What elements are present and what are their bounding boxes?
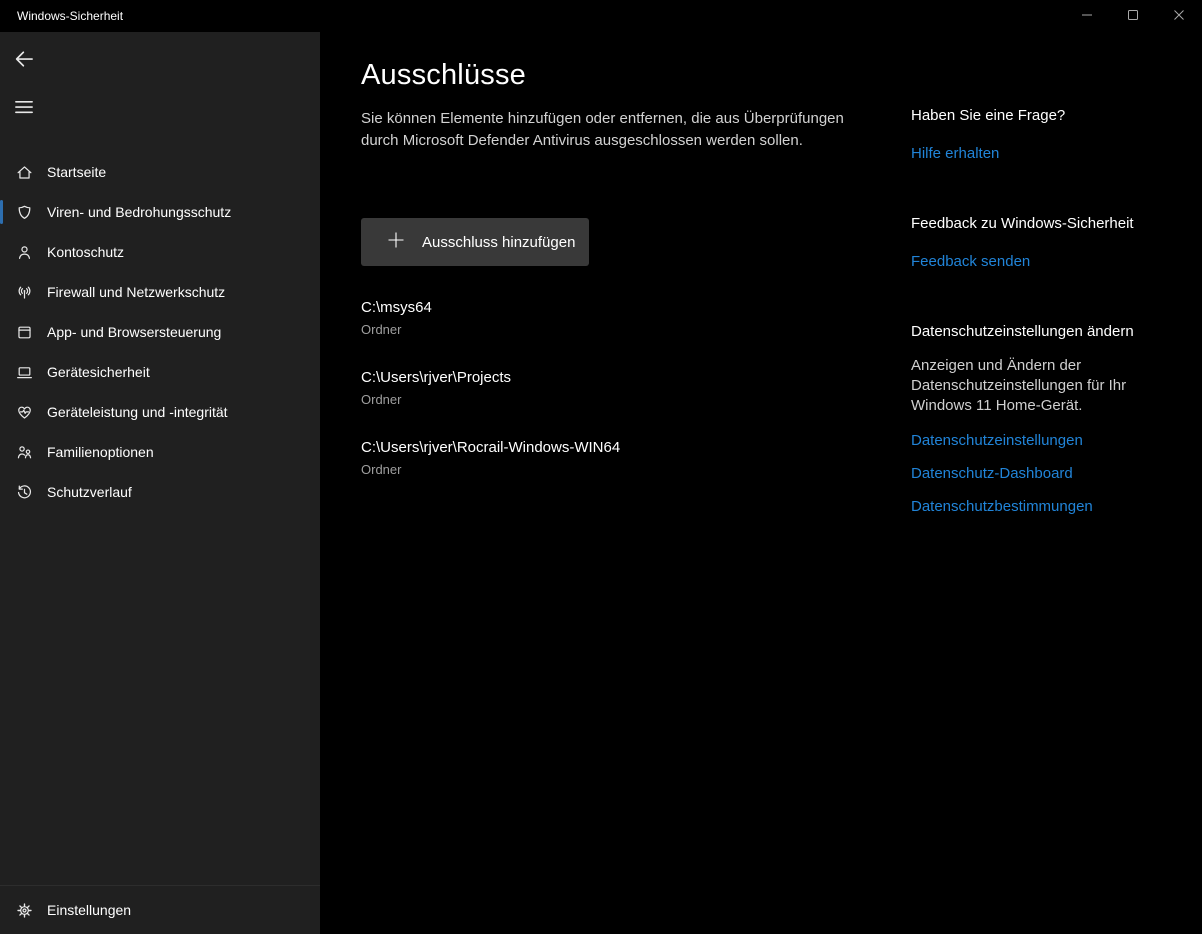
section-heading: Datenschutzeinstellungen ändern xyxy=(911,322,1178,342)
selection-indicator xyxy=(0,200,3,224)
help-section-privacy: Datenschutzeinstellungen ändern Anzeigen… xyxy=(911,322,1178,517)
minimize-button[interactable] xyxy=(1064,0,1110,32)
main-content: Ausschlüsse Sie können Elemente hinzufüg… xyxy=(320,32,1202,934)
sidebar-item-schutzverlauf[interactable]: Schutzverlauf xyxy=(0,472,320,512)
sidebar-item-label: Startseite xyxy=(47,164,106,180)
close-icon xyxy=(1173,9,1185,24)
get-help-link[interactable]: Hilfe erhalten xyxy=(911,144,1178,164)
send-feedback-link[interactable]: Feedback senden xyxy=(911,252,1178,272)
exclusion-type: Ordner xyxy=(361,321,871,338)
app-window-icon xyxy=(15,323,33,341)
sidebar-nav: Startseite Viren- und Bedrohungsschutz K… xyxy=(0,152,320,512)
help-section-question: Haben Sie eine Frage? Hilfe erhalten xyxy=(911,106,1178,164)
exclusion-list: C:\msys64 Ordner C:\Users\rjver\Projects… xyxy=(361,298,871,478)
sidebar-item-label: Firewall und Netzwerkschutz xyxy=(47,284,225,300)
sidebar-item-label: Gerätesicherheit xyxy=(47,364,150,380)
sidebar: Startseite Viren- und Bedrohungsschutz K… xyxy=(0,32,320,934)
sidebar-item-label: Viren- und Bedrohungsschutz xyxy=(47,204,231,220)
exclusion-path: C:\msys64 xyxy=(361,298,871,318)
menu-button[interactable] xyxy=(6,92,42,124)
person-icon xyxy=(15,243,33,261)
sidebar-item-app-browsersteuerung[interactable]: App- und Browsersteuerung xyxy=(0,312,320,352)
window-title: Windows-Sicherheit xyxy=(17,9,123,23)
network-signal-icon xyxy=(15,283,33,301)
family-icon xyxy=(15,443,33,461)
back-arrow-icon xyxy=(14,49,34,72)
add-exclusion-button[interactable]: Ausschluss hinzufügen xyxy=(361,218,589,266)
heart-pulse-icon xyxy=(15,403,33,421)
exclusions-panel: Ausschlüsse Sie können Elemente hinzufüg… xyxy=(361,56,871,934)
back-button[interactable] xyxy=(6,44,42,76)
sidebar-item-label: Geräteleistung und -integrität xyxy=(47,404,228,420)
help-section-feedback: Feedback zu Windows-Sicherheit Feedback … xyxy=(911,214,1178,272)
titlebar: Windows-Sicherheit xyxy=(0,0,1202,32)
exclusion-path: C:\Users\rjver\Projects xyxy=(361,368,871,388)
sidebar-item-label: App- und Browsersteuerung xyxy=(47,324,221,340)
exclusion-type: Ordner xyxy=(361,461,871,478)
privacy-statement-link[interactable]: Datenschutzbestimmungen xyxy=(911,497,1178,517)
privacy-settings-link[interactable]: Datenschutzeinstellungen xyxy=(911,431,1178,451)
app-window: Windows-Sicherheit xyxy=(0,0,1202,934)
sidebar-item-geraetesicherheit[interactable]: Gerätesicherheit xyxy=(0,352,320,392)
exclusion-type: Ordner xyxy=(361,391,871,408)
page-title: Ausschlüsse xyxy=(361,56,871,94)
help-rail: Haben Sie eine Frage? Hilfe erhalten Fee… xyxy=(911,56,1178,934)
add-exclusion-label: Ausschluss hinzufügen xyxy=(422,234,575,251)
exclusion-item[interactable]: C:\msys64 Ordner xyxy=(361,298,871,338)
privacy-dashboard-link[interactable]: Datenschutz-Dashboard xyxy=(911,464,1178,484)
minimize-icon xyxy=(1081,9,1093,24)
sidebar-footer: Einstellungen xyxy=(0,885,320,934)
window-controls xyxy=(1064,0,1202,32)
sidebar-item-familienoptionen[interactable]: Familienoptionen xyxy=(0,432,320,472)
sidebar-item-startseite[interactable]: Startseite xyxy=(0,152,320,192)
exclusion-path: C:\Users\rjver\Rocrail-Windows-WIN64 xyxy=(361,438,871,458)
shield-icon xyxy=(15,203,33,221)
sidebar-item-label: Einstellungen xyxy=(47,902,131,918)
history-clock-icon xyxy=(15,483,33,501)
hamburger-icon xyxy=(14,97,34,120)
gear-icon xyxy=(15,901,33,919)
exclusion-item[interactable]: C:\Users\rjver\Rocrail-Windows-WIN64 Ord… xyxy=(361,438,871,478)
sidebar-item-firewall-netzwerkschutz[interactable]: Firewall und Netzwerkschutz xyxy=(0,272,320,312)
maximize-icon xyxy=(1127,9,1139,24)
sidebar-item-geraeteleistung-integritaet[interactable]: Geräteleistung und -integrität xyxy=(0,392,320,432)
sidebar-item-viren-bedrohungsschutz[interactable]: Viren- und Bedrohungsschutz xyxy=(0,192,320,232)
sidebar-item-kontoschutz[interactable]: Kontoschutz xyxy=(0,232,320,272)
home-icon xyxy=(15,163,33,181)
privacy-description: Anzeigen und Ändern der Datenschutzeinst… xyxy=(911,356,1178,416)
sidebar-item-label: Kontoschutz xyxy=(47,244,124,260)
section-heading: Haben Sie eine Frage? xyxy=(911,106,1178,126)
plus-icon xyxy=(386,230,406,254)
sidebar-item-label: Familienoptionen xyxy=(47,444,154,460)
exclusion-item[interactable]: C:\Users\rjver\Projects Ordner xyxy=(361,368,871,408)
laptop-icon xyxy=(15,363,33,381)
section-heading: Feedback zu Windows-Sicherheit xyxy=(911,214,1178,234)
sidebar-item-einstellungen[interactable]: Einstellungen xyxy=(0,886,320,934)
maximize-button[interactable] xyxy=(1110,0,1156,32)
sidebar-item-label: Schutzverlauf xyxy=(47,484,132,500)
page-description: Sie können Elemente hinzufügen oder entf… xyxy=(361,108,845,152)
close-button[interactable] xyxy=(1156,0,1202,32)
